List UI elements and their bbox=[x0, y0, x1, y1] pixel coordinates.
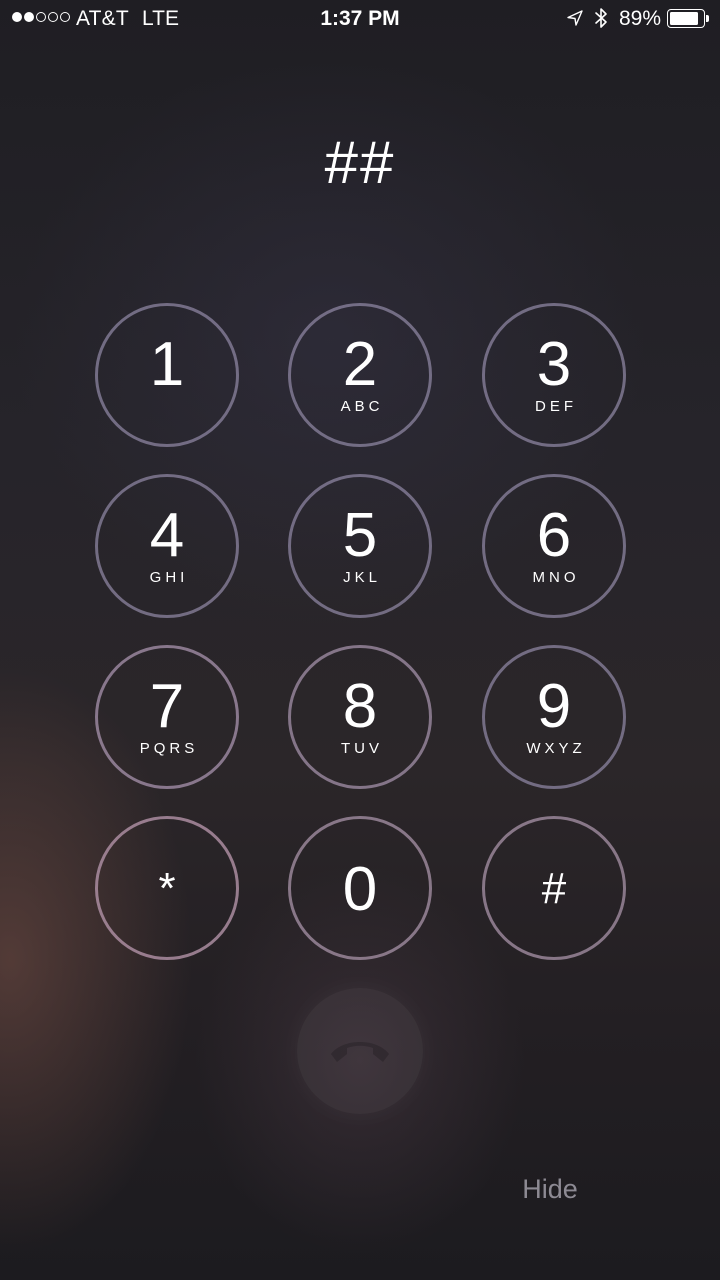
key-8[interactable]: 8 TUV bbox=[288, 645, 432, 789]
key-letters: PQRS bbox=[139, 740, 199, 757]
key-star[interactable]: * bbox=[95, 816, 239, 960]
key-digit: 6 bbox=[536, 501, 572, 570]
location-arrow-icon bbox=[567, 10, 583, 26]
key-letters: WXYZ bbox=[526, 740, 586, 757]
bluetooth-icon bbox=[595, 8, 607, 28]
key-4[interactable]: 4 GHI bbox=[95, 474, 239, 618]
key-digit: 4 bbox=[149, 501, 185, 570]
key-2[interactable]: 2 ABC bbox=[288, 303, 432, 447]
battery-cap bbox=[706, 15, 709, 22]
hide-keypad-button[interactable]: Hide bbox=[500, 1174, 600, 1205]
key-digit: 8 bbox=[342, 672, 378, 741]
key-1[interactable]: 1 bbox=[95, 303, 239, 447]
key-5[interactable]: 5 JKL bbox=[288, 474, 432, 618]
key-0[interactable]: 0 bbox=[288, 816, 432, 960]
end-call-handset-icon bbox=[331, 1042, 389, 1062]
key-digit: 2 bbox=[342, 330, 378, 399]
key-digit: # bbox=[541, 864, 567, 913]
end-call-button[interactable] bbox=[297, 988, 423, 1114]
status-time: 1:37 PM bbox=[320, 7, 400, 30]
status-bar: AT&T LTE 1:37 PM 89% bbox=[0, 0, 720, 38]
key-digit: 0 bbox=[342, 855, 378, 924]
key-digit: 1 bbox=[149, 330, 185, 399]
key-letters: ABC bbox=[340, 398, 384, 415]
key-9[interactable]: 9 WXYZ bbox=[482, 645, 626, 789]
key-6[interactable]: 6 MNO bbox=[482, 474, 626, 618]
key-3[interactable]: 3 DEF bbox=[482, 303, 626, 447]
key-letters: DEF bbox=[535, 398, 577, 415]
battery-fill bbox=[670, 12, 699, 25]
battery-body bbox=[667, 9, 705, 28]
battery-icon bbox=[667, 9, 711, 29]
key-digit: 7 bbox=[149, 672, 185, 741]
key-letters: TUV bbox=[341, 740, 383, 757]
key-7[interactable]: 7 PQRS bbox=[95, 645, 239, 789]
key-hash[interactable]: # bbox=[482, 816, 626, 960]
key-digit: 3 bbox=[536, 330, 572, 399]
key-letters: JKL bbox=[343, 569, 381, 586]
dialed-number-display: ## bbox=[324, 129, 396, 196]
key-digit: 9 bbox=[536, 672, 572, 741]
key-letters: MNO bbox=[532, 569, 580, 586]
battery-percent: 89% bbox=[619, 7, 662, 30]
key-digit: * bbox=[158, 864, 176, 913]
key-digit: 5 bbox=[342, 501, 378, 570]
key-letters: GHI bbox=[149, 569, 189, 586]
